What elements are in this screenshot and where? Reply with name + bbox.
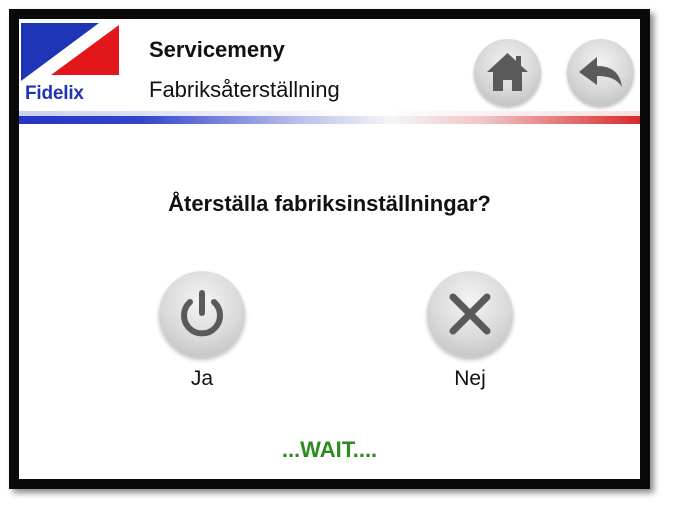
back-button[interactable]: [567, 39, 634, 106]
yes-action: Ja: [142, 271, 262, 391]
back-arrow-icon: [579, 57, 622, 87]
fidelix-logo: Fidelix: [21, 23, 124, 105]
yes-button[interactable]: [159, 271, 245, 357]
header-divider: [19, 116, 640, 124]
close-icon: [449, 293, 491, 335]
logo-text: Fidelix: [25, 83, 84, 104]
page-subtitle: Fabriksåterställning: [149, 77, 340, 102]
confirm-question: Återställa fabriksinställningar?: [168, 191, 491, 216]
no-button[interactable]: [427, 271, 513, 357]
device-frame: Fidelix Servicemeny Fabriksåterställning…: [9, 9, 650, 489]
page-title: Servicemeny: [149, 37, 285, 62]
home-icon: [487, 53, 528, 91]
status-text: ...WAIT....: [281, 437, 378, 462]
power-icon: [181, 290, 223, 337]
no-label: Nej: [454, 367, 486, 390]
yes-label: Ja: [190, 367, 214, 390]
screen: Fidelix Servicemeny Fabriksåterställning…: [19, 19, 640, 479]
home-button[interactable]: [474, 39, 541, 106]
no-action: Nej: [410, 271, 530, 391]
header: Fidelix Servicemeny Fabriksåterställning: [19, 19, 640, 124]
